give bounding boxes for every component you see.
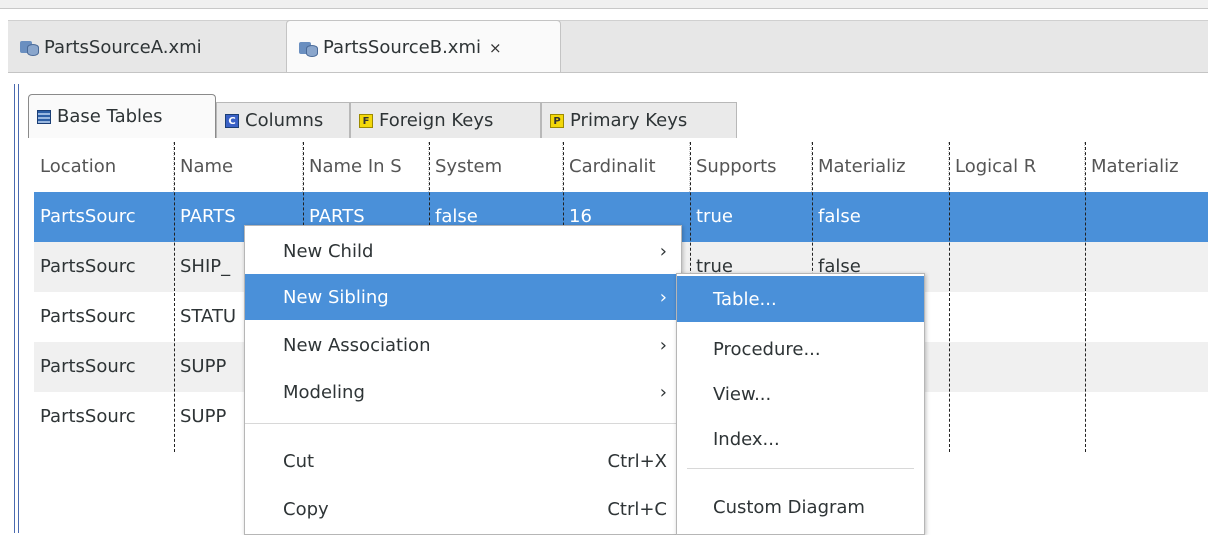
column-header[interactable]: Logical R xyxy=(949,142,1085,192)
context-menu: New Child › New Sibling › New Associatio… xyxy=(244,225,682,535)
column-header[interactable]: Materializ xyxy=(1085,142,1208,192)
chevron-right-icon: › xyxy=(659,240,667,262)
shortcut-label: Ctrl+X xyxy=(607,450,667,472)
menu-item-modeling[interactable]: Modeling › xyxy=(245,369,681,415)
submenu-item-procedure[interactable]: Procedure... xyxy=(677,326,924,372)
chevron-right-icon: › xyxy=(659,334,667,356)
submenu-item-index[interactable]: Index... xyxy=(677,416,924,462)
table-cell xyxy=(949,192,1085,242)
menu-item-label: New Child xyxy=(283,240,374,262)
table-icon xyxy=(37,109,51,124)
editor-tab-partssourceb[interactable]: PartsSourceB.xmi ⨯ xyxy=(286,20,561,74)
column-header[interactable]: Supports xyxy=(690,142,812,192)
editor-tab-partssourcea[interactable]: PartsSourceA.xmi xyxy=(8,21,280,73)
tab-label: Columns xyxy=(245,110,324,131)
chevron-right-icon: › xyxy=(659,286,667,308)
foreign-key-icon: F xyxy=(359,113,373,128)
tab-columns[interactable]: C Columns xyxy=(216,102,350,138)
column-header[interactable]: Materializ xyxy=(812,142,949,192)
table-header: Location Name Name In S System Cardinali… xyxy=(34,142,1208,192)
menu-item-cut[interactable]: Cut Ctrl+X xyxy=(245,438,681,484)
column-header[interactable]: Name xyxy=(174,142,303,192)
editor-tab-bar: PartsSourceA.xmi PartsSourceB.xmi ⨯ xyxy=(8,20,1208,74)
column-header[interactable]: Cardinalit xyxy=(563,142,690,192)
menu-item-label: Modeling xyxy=(283,381,365,403)
menu-item-label: Copy xyxy=(283,498,329,520)
table-cell: PartsSourc xyxy=(40,256,136,277)
tab-primary-keys[interactable]: P Primary Keys xyxy=(541,102,737,138)
shortcut-label: Ctrl+C xyxy=(607,498,667,520)
close-icon[interactable]: ⨯ xyxy=(489,39,502,57)
table-editor-tabs: Base Tables C Columns F Foreign Keys P P… xyxy=(28,94,1208,138)
menu-item-new-child[interactable]: New Child › xyxy=(245,228,681,274)
column-divider xyxy=(949,142,950,452)
submenu-item-view[interactable]: View... xyxy=(677,371,924,417)
table-cell: PartsSourc xyxy=(40,406,136,427)
new-sibling-submenu: Table... Procedure... View... Index... C… xyxy=(676,273,925,535)
submenu-item-table[interactable]: Table... xyxy=(677,276,924,322)
panel-left-border xyxy=(14,84,19,533)
column-divider xyxy=(1085,142,1086,452)
xmi-model-icon xyxy=(20,39,39,56)
tab-label: Base Tables xyxy=(57,106,163,127)
menu-item-label: Cut xyxy=(283,450,315,472)
table-cell: false xyxy=(818,206,861,227)
table-cell: PartsSourc xyxy=(40,306,136,327)
chevron-right-icon: › xyxy=(659,381,667,403)
table-cell: PartsSourc xyxy=(40,356,136,377)
table-cell: true xyxy=(696,206,733,227)
editor-tab-label: PartsSourceA.xmi xyxy=(44,36,202,58)
xmi-model-icon xyxy=(299,40,318,57)
tab-base-tables[interactable]: Base Tables xyxy=(28,94,216,138)
menu-item-copy[interactable]: Copy Ctrl+C xyxy=(245,486,681,532)
column-header[interactable]: Name In S xyxy=(303,142,429,192)
column-divider xyxy=(174,142,175,452)
table-cell xyxy=(1085,192,1208,242)
tab-label: Foreign Keys xyxy=(379,110,494,131)
menu-item-new-association[interactable]: New Association › xyxy=(245,322,681,368)
tab-label: Primary Keys xyxy=(570,110,688,131)
table-cell: PartsSourc xyxy=(40,206,136,227)
menu-item-new-sibling[interactable]: New Sibling › xyxy=(245,274,681,320)
column-header[interactable]: System xyxy=(429,142,563,192)
menu-separator xyxy=(687,468,914,469)
editor-tab-label: PartsSourceB.xmi xyxy=(323,37,481,58)
primary-key-icon: P xyxy=(550,113,564,128)
column-icon: C xyxy=(225,113,239,128)
tab-foreign-keys[interactable]: F Foreign Keys xyxy=(350,102,541,138)
submenu-item-custom-diagram[interactable]: Custom Diagram xyxy=(677,484,924,530)
menu-item-label: New Sibling xyxy=(283,286,389,308)
menu-separator xyxy=(245,423,681,424)
column-header[interactable]: Location xyxy=(34,142,174,192)
window-top-border xyxy=(0,0,1208,9)
menu-item-label: New Association xyxy=(283,334,431,356)
